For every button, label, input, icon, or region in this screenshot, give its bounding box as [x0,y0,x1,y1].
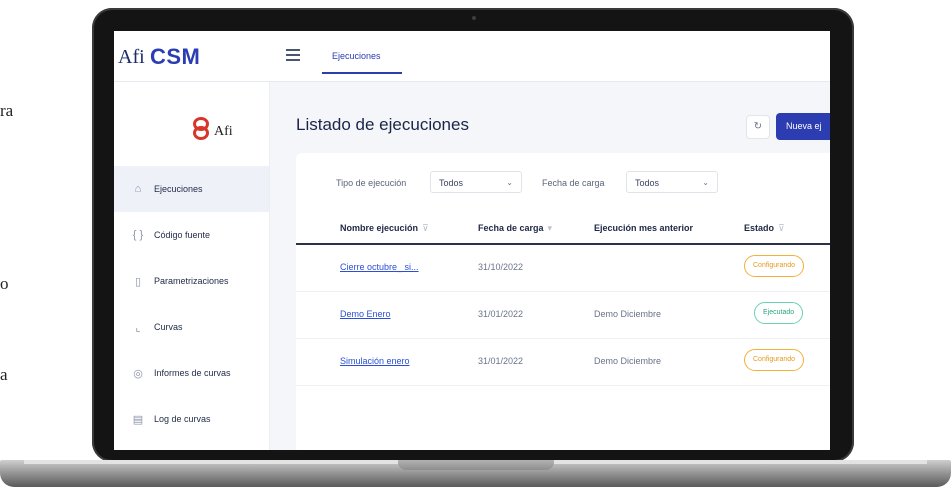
sort-icon: ▾ [547,223,553,233]
page-text-fragment: ra [0,101,14,120]
execution-name-link[interactable]: Simulación enero [340,356,410,366]
page-text-fragment: a [0,365,8,384]
page-title: Listado de ejecuciones [296,115,469,134]
filter-date-select[interactable]: Todos ⌄ [626,171,718,193]
active-tab-indicator [322,72,402,74]
filter-type-value: Todos [439,178,464,188]
sidebar-item-informes-de-curvas[interactable]: ◎ Informes de curvas [114,350,269,396]
sidebar-item-label: Log de curvas [154,414,211,424]
sidebar: Afi ⌂ Ejecuciones { } Código fuente ▯ Paramet… [114,82,270,450]
previous-execution: Demo Diciembre [594,309,662,319]
logo-name[interactable]: CSM [150,44,200,70]
app-screen: Afi CSM Ejecuciones Afi ⌂ Ejecuciones { } C… [114,31,830,450]
column-header-previous[interactable]: Ejecución mes anterior [594,223,693,233]
sidebar-item-label: Código fuente [154,230,211,240]
status-badge: Ejecutado [754,302,804,324]
sidebar-item-log-de-curvas[interactable]: ▤ Log de curvas [114,396,269,442]
filter-type-select[interactable]: Todos ⌄ [430,171,522,193]
filter-icon: ⊽ [422,223,429,233]
new-execution-button[interactable]: Nueva ej [776,113,830,140]
code-icon: { } [132,229,144,241]
webcam [472,16,476,20]
sidebar-item-label: Informes de curvas [154,368,231,378]
chevron-down-icon: ⌄ [506,178,513,187]
sidebar-item-curvas[interactable]: ⌞ Curvas [114,304,269,350]
sidebar-item-label: Ejecuciones [154,184,203,194]
filter-date-label: Fecha de carga [542,178,605,188]
execution-name-link[interactable]: Cierre octubre_ si... [340,262,419,272]
laptop-notch [398,460,554,470]
previous-execution: Demo Diciembre [594,356,662,366]
sidebar-item-label: Curvas [154,322,183,332]
report-icon: ◎ [133,367,143,380]
refresh-button[interactable]: ↻ [746,115,770,139]
column-header-name[interactable]: Nombre ejecución ⊽ [340,223,429,234]
menu-icon[interactable] [286,49,300,61]
status-badge: Configurando [744,255,805,277]
filter-type-label: Tipo de ejecución [336,178,407,188]
sidebar-item-código-fuente[interactable]: { } Código fuente [114,212,269,258]
page-text-fragment: o [0,274,9,293]
sidebar-item-ejecuciones[interactable]: ⌂ Ejecuciones [114,166,269,212]
load-date: 31/10/2022 [478,262,524,272]
load-date: 31/01/2022 [478,309,524,319]
log-icon: ▤ [132,413,144,426]
table-header: Nombre ejecución ⊽ Fecha de carga ▾ Ejecuc… [296,213,830,245]
sidebar-nav: ⌂ Ejecuciones { } Código fuente ▯ Parametriza… [114,166,269,442]
column-header-status[interactable]: Estado ⊽ [744,223,785,234]
chart-icon: ⌞ [135,321,141,334]
filter-icon: ⊽ [778,223,785,233]
table-row[interactable]: Cierre octubre_ si... 31/10/2022 Configura… [296,245,830,292]
brand-text: Afi [214,124,233,139]
document-icon: ▯ [134,275,142,288]
app-header: Afi CSM Ejecuciones [114,31,830,82]
status-badge: Configurando [744,349,805,371]
sidebar-item-label: Parametrizaciones [154,276,229,286]
executions-card: Tipo de ejecución Todos ⌄ Fecha de carga… [296,153,830,450]
chevron-down-icon: ⌄ [702,178,709,187]
load-date: 31/01/2022 [478,356,524,366]
afi-logo-icon [190,117,210,143]
table-row[interactable]: Simulación enero 31/01/2022 Demo Diciembre… [296,339,830,386]
execution-name-link[interactable]: Demo Enero [340,309,391,319]
tab-ejecuciones[interactable]: Ejecuciones [332,51,381,67]
logo-prefix: Afi [118,46,145,68]
table-row[interactable]: Demo Enero 31/01/2022 Demo Diciembre Ejecut… [296,292,830,339]
home-icon: ⌂ [134,183,142,195]
column-header-date[interactable]: Fecha de carga ▾ [478,223,552,234]
sidebar-item-parametrizaciones[interactable]: ▯ Parametrizaciones [114,258,269,304]
filter-date-value: Todos [635,178,660,188]
